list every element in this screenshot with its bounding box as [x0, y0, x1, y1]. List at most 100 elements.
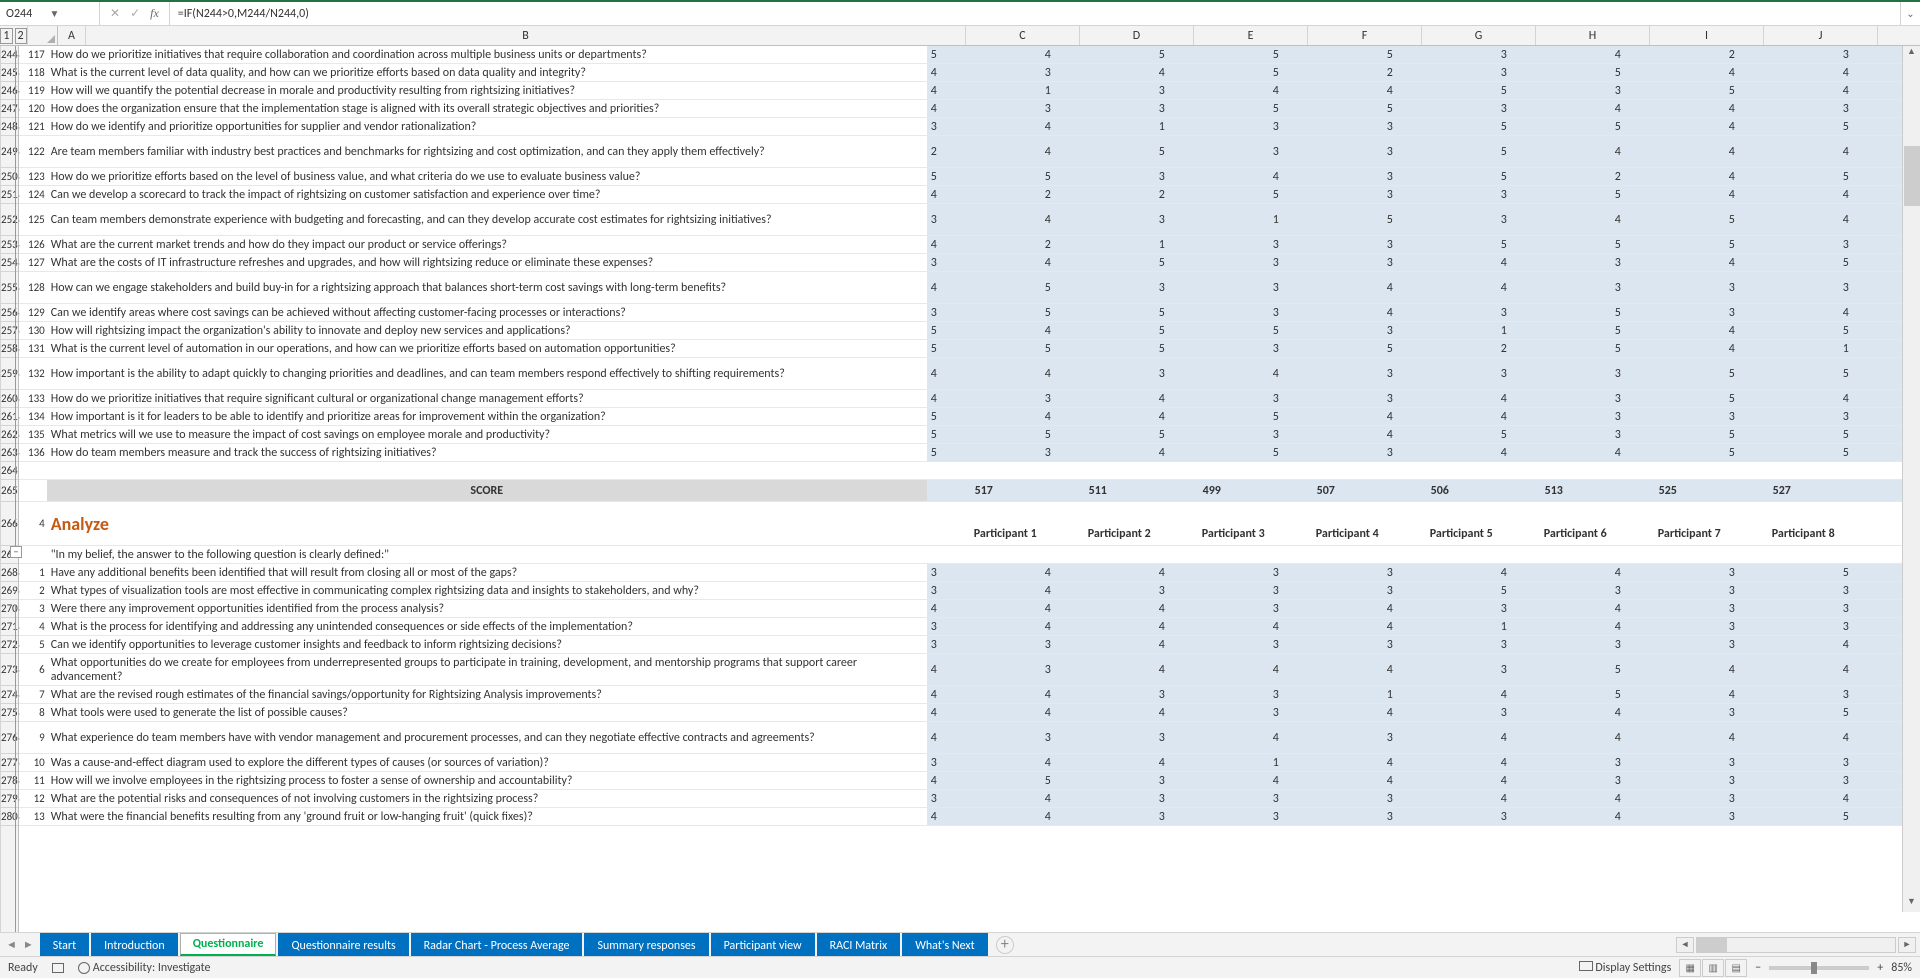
cell[interactable]: Participant 3: [1155, 502, 1269, 545]
zoom-slider[interactable]: [1769, 966, 1869, 970]
cell[interactable]: 4: [1269, 772, 1383, 789]
view-page-layout-icon[interactable]: ▥: [1702, 959, 1724, 977]
cell[interactable]: 5: [1041, 304, 1155, 321]
col-header-F[interactable]: F: [1308, 26, 1422, 45]
cell[interactable]: What are the costs of IT infrastructure …: [47, 254, 927, 271]
cell[interactable]: 4: [1611, 808, 1725, 825]
hscroll-right-icon[interactable]: ►: [1899, 939, 1915, 950]
cell[interactable]: 517: [927, 480, 1041, 501]
cell[interactable]: [1725, 546, 1839, 563]
cell[interactable]: 131: [19, 340, 47, 357]
cell[interactable]: 1: [1155, 236, 1269, 253]
cell[interactable]: [1041, 462, 1155, 479]
cell[interactable]: 3: [1383, 168, 1497, 185]
cell[interactable]: 3: [1041, 390, 1155, 407]
cell[interactable]: 2: [19, 582, 47, 599]
cell[interactable]: 4: [1497, 754, 1611, 771]
cell[interactable]: 4: [1383, 408, 1497, 425]
add-sheet-button[interactable]: +: [996, 936, 1014, 954]
cell[interactable]: 3: [1383, 358, 1497, 389]
cell[interactable]: 3: [1041, 100, 1155, 117]
col-header-H[interactable]: H: [1536, 26, 1650, 45]
cell[interactable]: 3: [1383, 186, 1497, 203]
cell[interactable]: 4: [1725, 340, 1839, 357]
cell[interactable]: 4: [927, 704, 1041, 721]
cell[interactable]: 4: [927, 808, 1041, 825]
cell[interactable]: 2: [1611, 168, 1725, 185]
cell[interactable]: 4: [1497, 444, 1611, 461]
cell[interactable]: 3: [1155, 82, 1269, 99]
cell[interactable]: 511: [1041, 480, 1155, 501]
cell[interactable]: 4: [1269, 82, 1383, 99]
cell[interactable]: 3: [927, 618, 1041, 635]
cell[interactable]: 4: [927, 654, 1041, 685]
cell[interactable]: 117: [19, 46, 47, 63]
cell[interactable]: 3: [927, 564, 1041, 581]
cell[interactable]: 1: [1497, 618, 1611, 635]
cell[interactable]: 5: [1725, 390, 1839, 407]
cell[interactable]: 1: [1383, 686, 1497, 703]
cell[interactable]: 127: [19, 254, 47, 271]
cell[interactable]: 3: [1611, 772, 1725, 789]
cell[interactable]: 4: [927, 600, 1041, 617]
cell[interactable]: 3: [1611, 390, 1725, 407]
cell[interactable]: Analyze: [47, 502, 927, 545]
col-header-I[interactable]: I: [1650, 26, 1764, 45]
cell[interactable]: 4: [1041, 790, 1155, 807]
cell[interactable]: 5: [1497, 118, 1611, 135]
cell[interactable]: What tools were used to generate the lis…: [47, 704, 927, 721]
cell[interactable]: Participant 5: [1383, 502, 1497, 545]
tab-navigation[interactable]: ◄ ►: [0, 938, 40, 951]
cell[interactable]: 3: [1041, 722, 1155, 753]
cell[interactable]: What is the current level of data qualit…: [47, 64, 927, 81]
view-mode-buttons[interactable]: ▦ ▥ ▤: [1679, 959, 1747, 977]
cell[interactable]: [1269, 462, 1383, 479]
cell[interactable]: [1497, 462, 1611, 479]
cell[interactable]: 4: [1497, 722, 1611, 753]
cell[interactable]: 5: [927, 444, 1041, 461]
cell[interactable]: 2: [1041, 236, 1155, 253]
cell[interactable]: Can we identify opportunities to leverag…: [47, 636, 927, 653]
cell[interactable]: 5: [1497, 236, 1611, 253]
cell[interactable]: 3: [1725, 636, 1839, 653]
cell[interactable]: 5: [927, 322, 1041, 339]
cell[interactable]: 5: [1383, 340, 1497, 357]
cell[interactable]: 4: [1497, 686, 1611, 703]
cell[interactable]: 5: [1383, 204, 1497, 235]
cell[interactable]: 3: [1497, 636, 1611, 653]
cell[interactable]: What metrics will we use to measure the …: [47, 426, 927, 443]
view-page-break-icon[interactable]: ▤: [1725, 959, 1747, 977]
cell[interactable]: [1725, 462, 1839, 479]
cell[interactable]: Participant 7: [1611, 502, 1725, 545]
cell[interactable]: [1269, 546, 1383, 563]
cell[interactable]: 5: [1155, 136, 1269, 167]
cell[interactable]: "In my belief, the answer to the followi…: [47, 546, 927, 563]
tab-nav-first-icon[interactable]: ◄: [6, 938, 17, 951]
cell[interactable]: 3: [1611, 358, 1725, 389]
cell[interactable]: 507: [1269, 480, 1383, 501]
cell[interactable]: 4: [1041, 322, 1155, 339]
cell[interactable]: 5: [1155, 426, 1269, 443]
cell[interactable]: 2: [1041, 186, 1155, 203]
cell[interactable]: 3: [1725, 600, 1839, 617]
col-header-C[interactable]: C: [966, 26, 1080, 45]
cell[interactable]: 4: [1041, 600, 1155, 617]
cell[interactable]: 3: [1611, 82, 1725, 99]
cell[interactable]: 3: [1269, 426, 1383, 443]
scroll-up-icon[interactable]: ▲: [1903, 46, 1920, 62]
cell[interactable]: 1: [1269, 754, 1383, 771]
cell[interactable]: 5: [1725, 82, 1839, 99]
cell[interactable]: 1: [1497, 322, 1611, 339]
cell[interactable]: 5: [1269, 46, 1383, 63]
cell[interactable]: 4: [1383, 618, 1497, 635]
cell[interactable]: [1155, 546, 1269, 563]
cell[interactable]: 5: [1383, 46, 1497, 63]
cell[interactable]: SCORE: [47, 480, 927, 501]
cell[interactable]: 3: [1497, 808, 1611, 825]
cell[interactable]: 5: [1269, 408, 1383, 425]
cell[interactable]: Have any additional benefits been identi…: [47, 564, 927, 581]
cell[interactable]: 3: [1611, 408, 1725, 425]
cell[interactable]: 3: [1383, 322, 1497, 339]
cell[interactable]: 3: [1155, 772, 1269, 789]
cell[interactable]: 130: [19, 322, 47, 339]
